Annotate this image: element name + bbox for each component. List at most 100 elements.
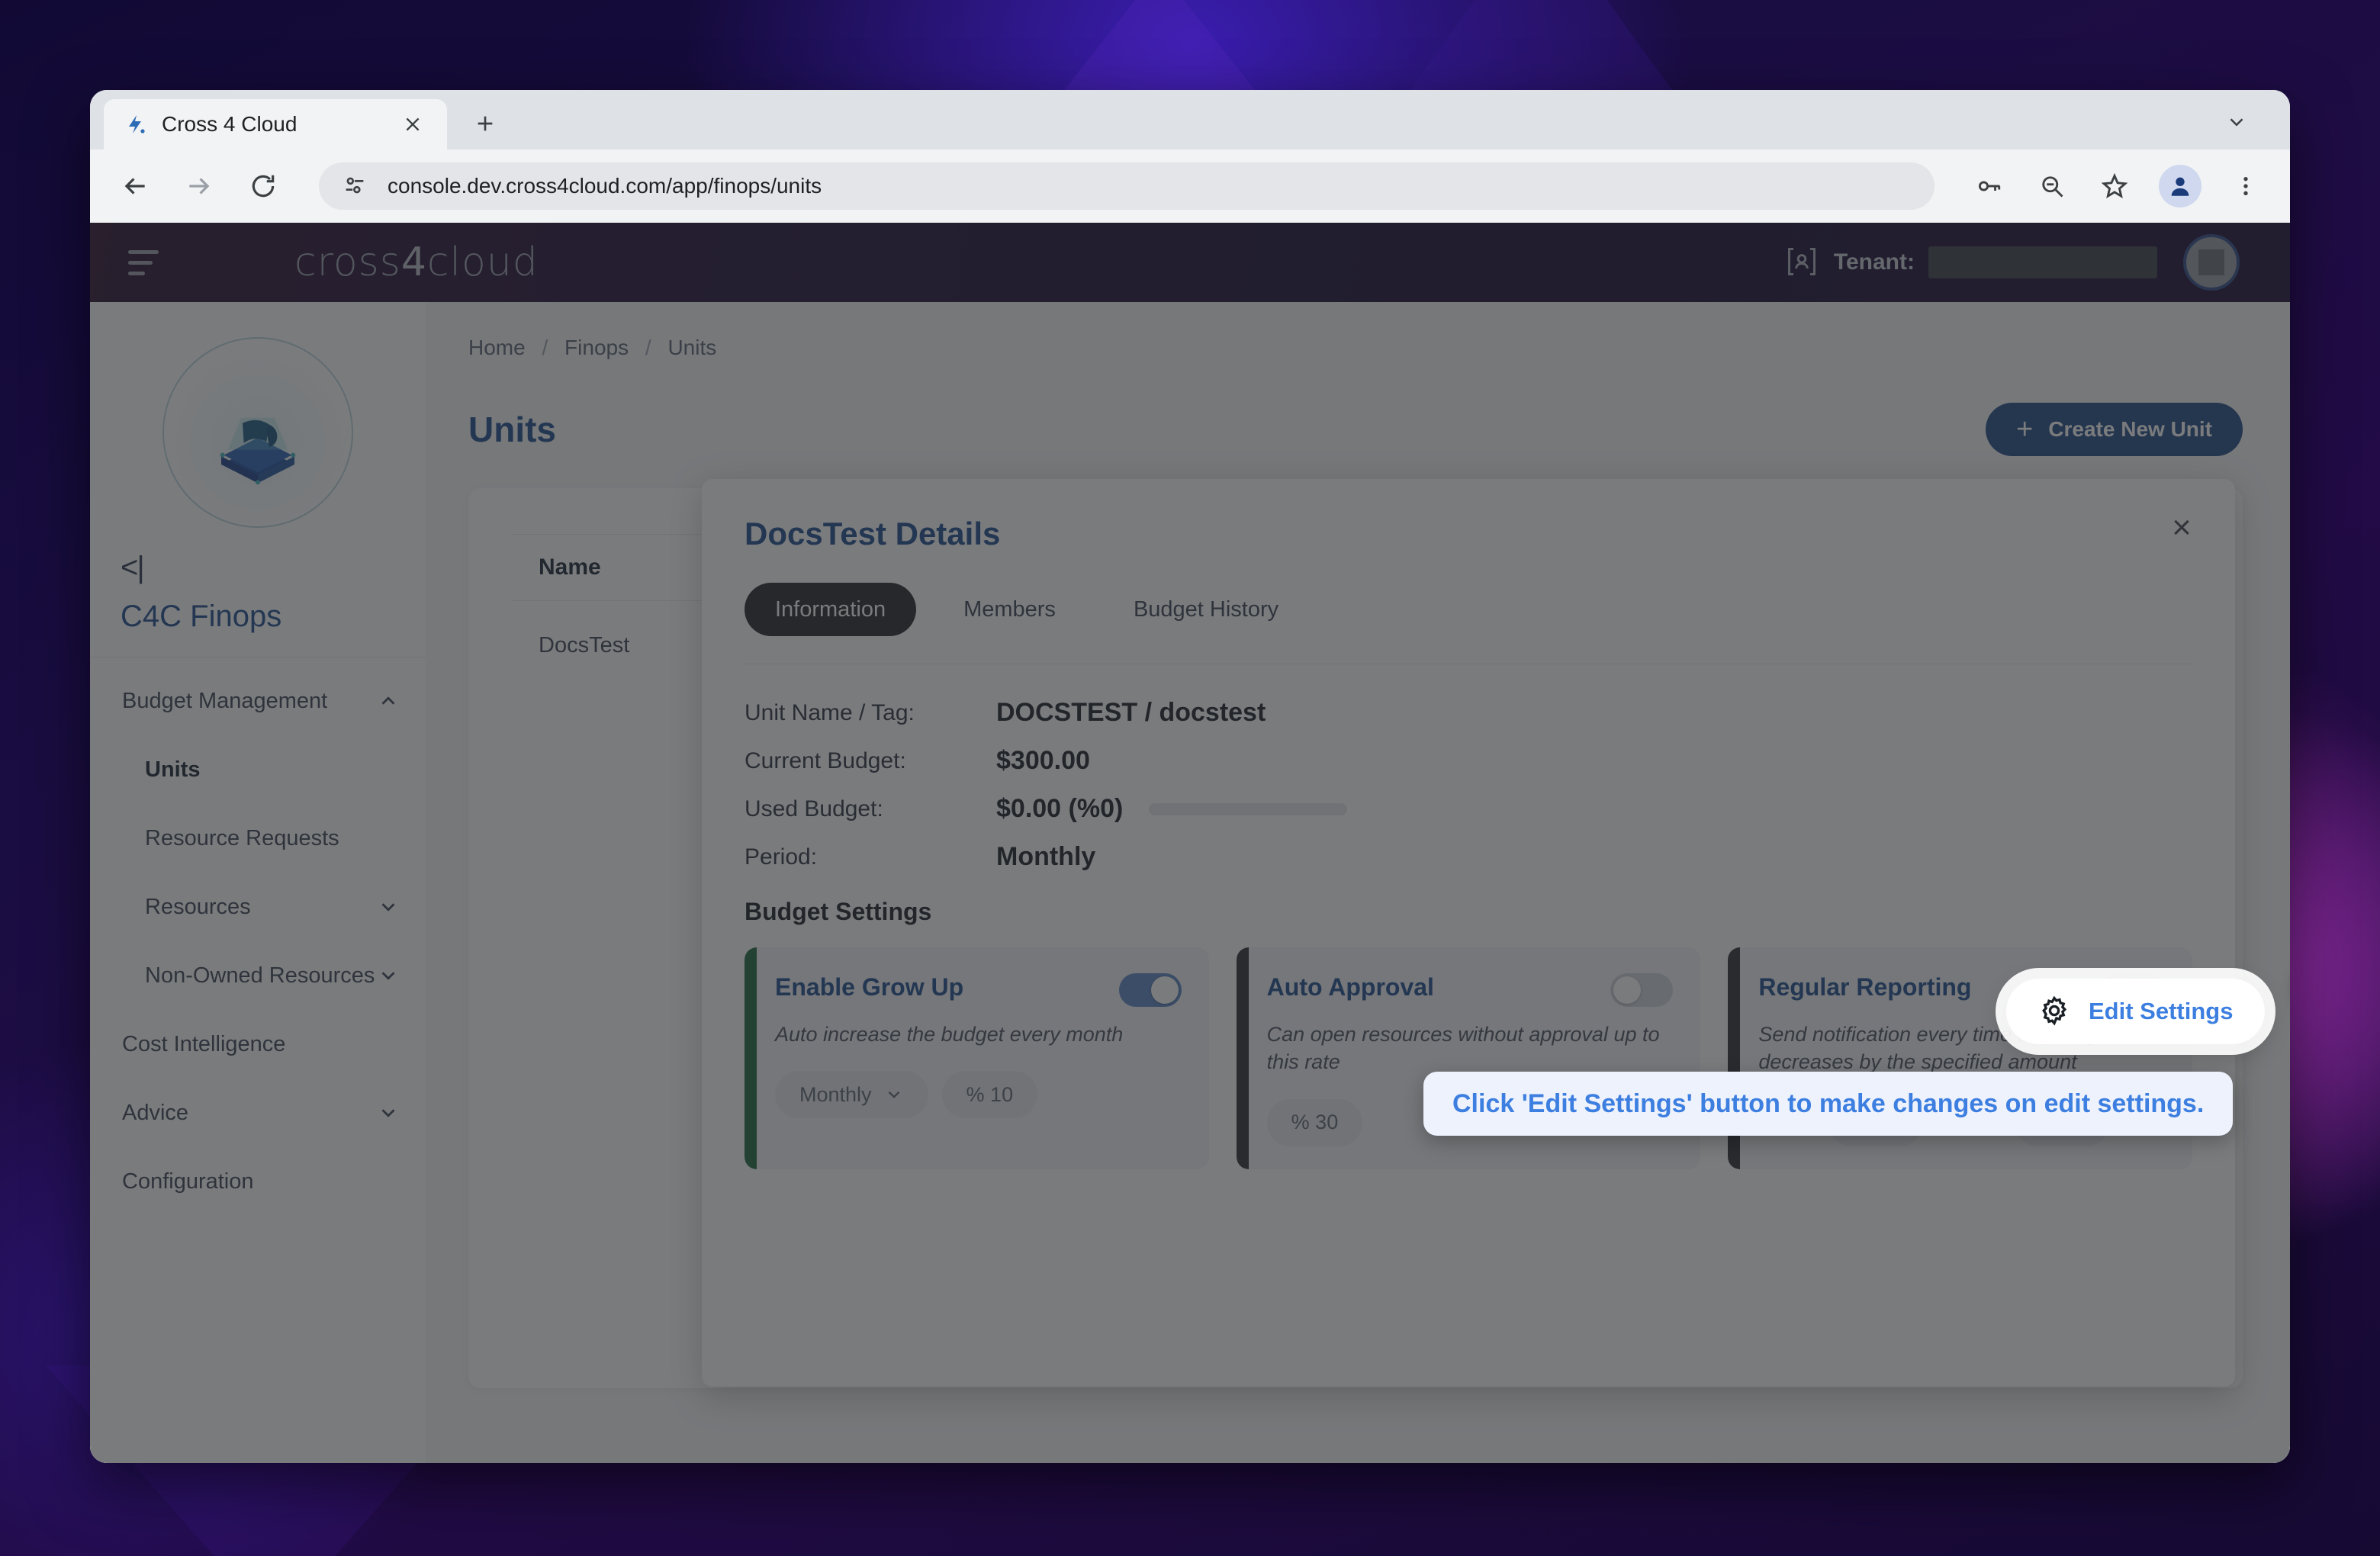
address-bar[interactable]: console.dev.cross4cloud.com/app/finops/u… [319,162,1935,210]
key-icon[interactable] [1971,168,2008,204]
card-controls: % 30 [1266,1098,1674,1146]
avatar[interactable] [2183,234,2240,291]
breadcrumb-separator: / [542,336,548,359]
control-value: % 30 [1291,1111,1339,1134]
breadcrumb-separator: / [645,336,651,359]
control-label: Start : [1758,1111,1814,1133]
sidebar-item-budget-management[interactable]: Budget Management [90,667,426,735]
card-title: Regular Reporting [1758,973,1972,1001]
sidebar-item-advice[interactable]: Advice [90,1079,426,1147]
tab-information[interactable]: Information [745,583,917,636]
detail-row: Unit Name / Tag: DOCSTEST / docstest [745,698,2192,728]
detail-row: Period: Monthly [745,842,2192,872]
cross4cloud-logo-icon [124,112,148,137]
toggle-regular-reporting[interactable] [2102,973,2166,1007]
input-regular-reporting-1[interactable]: % 10 [2014,1098,2111,1146]
create-new-unit-label: Create New Unit [2048,417,2212,441]
chevron-down-icon[interactable] [377,1101,400,1124]
card-accent-bar [1728,947,1741,1169]
sidebar-item-resources[interactable]: Resources [90,873,426,941]
sidebar: <| C4C Finops Budget Management Units Reso… [90,302,426,1463]
create-new-unit-button[interactable]: + Create New Unit [1986,403,2243,456]
tab-budget-history[interactable]: Budget History [1103,583,1309,636]
card-controls: Start : % 10 Every : % 10 [1758,1098,2165,1146]
sidebar-item-label: Resource Requests [145,825,339,850]
input-regular-reporting-0[interactable]: % 10 [1827,1098,1924,1146]
toggle-enable-grow-up[interactable] [1118,973,1182,1007]
chevron-down-icon[interactable] [377,895,400,918]
browser-toolbar: console.dev.cross4cloud.com/app/finops/u… [90,149,2290,223]
tenant-selector[interactable]: Tenant: [1785,245,2157,280]
page-title: Units [468,410,556,449]
card-accent-bar [1236,947,1249,1169]
arrow-back-icon[interactable] [116,167,154,205]
toggle-auto-approval[interactable] [1610,973,1674,1007]
new-tab-button[interactable] [464,102,507,145]
browser-window: Cross 4 Cloud console.dev.cross4cloud.co… [90,90,2290,1463]
card-description: Can open resources without approval up t… [1266,1023,1660,1074]
input-auto-approval-0[interactable]: % 30 [1266,1098,1363,1146]
sidebar-item-label: Resources [145,894,251,919]
card-header: Auto Approval [1267,973,1674,1007]
sidebar-item-units[interactable]: Units [90,735,426,804]
address-bar-url: console.dev.cross4cloud.com/app/finops/u… [388,174,822,198]
sidebar-item-non-owned-resources[interactable]: Non-Owned Resources [90,941,426,1010]
close-icon[interactable] [398,110,427,139]
breadcrumb-item-finops[interactable]: Finops [564,336,629,359]
detail-label: Period: [745,844,818,870]
tenant-value-redacted [1928,246,2157,278]
card-accent-bar [745,947,757,1169]
chevron-down-icon[interactable] [377,964,400,987]
card-header: Regular Reporting [1758,973,2166,1007]
collapse-sidebar-icon[interactable]: <| [121,552,426,583]
input-enable-grow-up-1[interactable]: % 10 [941,1071,1038,1119]
site-settings-icon[interactable] [342,172,369,200]
tenant-label: Tenant: [1833,249,1915,275]
star-icon[interactable] [2096,168,2133,204]
tab-members[interactable]: Members [933,583,1086,636]
card-header: Enable Grow Up [775,973,1182,1007]
card-description: Send notification every time the budget … [1758,1023,2115,1074]
chevron-up-icon[interactable] [377,690,400,712]
browser-tab-strip: Cross 4 Cloud [90,90,2290,149]
chevron-down-icon[interactable] [2220,105,2253,139]
page-header: Units + Create New Unit [468,403,2243,456]
app-body: <| C4C Finops Budget Management Units Reso… [90,302,2290,1463]
detail-value: $300.00 [996,746,1090,775]
detail-row: Current Budget: $300.00 [745,746,2192,776]
detail-value: Monthly [996,842,1096,871]
reload-icon[interactable] [244,167,282,205]
detail-label: Current Budget: [745,747,906,773]
control-label: Every : [1937,1111,2001,1133]
close-icon[interactable]: × [2162,508,2202,548]
detail-label: Used Budget: [745,796,883,821]
sidebar-item-resource-requests[interactable]: Resource Requests [90,804,426,873]
modal-title: DocsTest Details [745,516,1001,551]
setting-card-auto-approval: Auto Approval Can open resources without … [1236,947,1701,1169]
breadcrumb-item-home[interactable]: Home [468,336,526,359]
arrow-forward-icon[interactable] [180,167,218,205]
unit-details-modal: × DocsTest Details Information Members B… [702,479,2235,1387]
profile-avatar-icon[interactable] [2159,165,2202,207]
breadcrumb: Home / Finops / Units [468,336,2243,360]
sidebar-item-cost-intelligence[interactable]: Cost Intelligence [90,1010,426,1079]
browser-tab[interactable]: Cross 4 Cloud [104,99,447,149]
select-enable-grow-up-0[interactable]: Monthly [775,1071,928,1119]
browser-tab-title: Cross 4 Cloud [162,112,298,136]
sidebar-item-label: Budget Management [122,688,328,713]
sidebar-item-label: Cost Intelligence [122,1031,286,1056]
desktop-background: Cross 4 Cloud console.dev.cross4cloud.co… [0,0,2380,1556]
control-value: % 10 [966,1082,1014,1106]
card-description: Auto increase the budget every month [775,1023,1124,1046]
zoom-out-icon[interactable] [2034,168,2070,204]
sidebar-item-configuration[interactable]: Configuration [90,1147,426,1216]
setting-card-enable-grow-up: Enable Grow Up Auto increase the budget e… [745,947,1209,1169]
hamburger-menu-icon[interactable] [128,244,165,281]
card-controls: Monthly % 10 [775,1071,1182,1119]
control-value: % 10 [1851,1111,1899,1134]
sidebar-nav: Budget Management Units Resource Requests R… [90,667,426,1216]
breadcrumb-item-units[interactable]: Units [667,336,716,359]
app-header: cross 4 cloud Tenant: [90,223,2290,302]
three-dot-menu-icon[interactable] [2227,168,2264,204]
finops-cube-illustration [162,337,353,528]
